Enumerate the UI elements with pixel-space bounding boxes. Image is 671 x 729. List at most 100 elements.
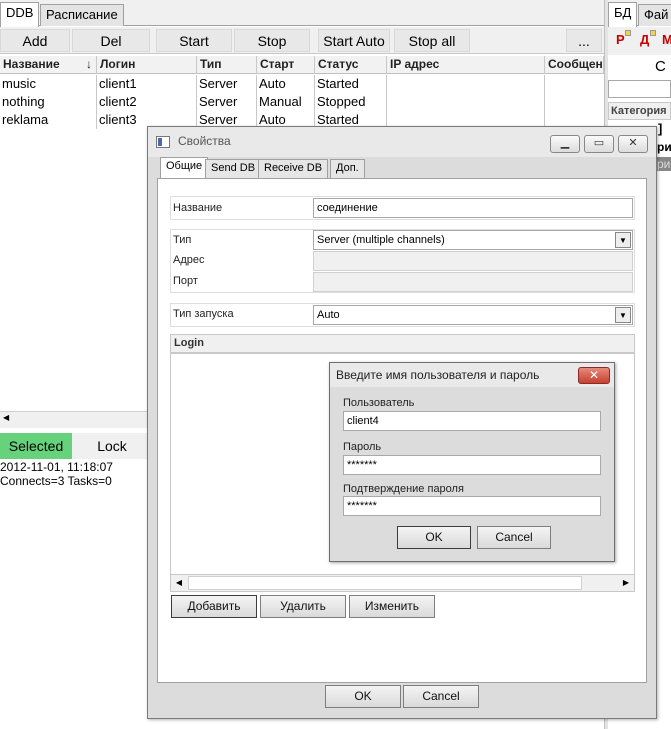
scroll-left-icon[interactable]: ◀: [3, 413, 9, 422]
close-icon[interactable]: ✕: [578, 367, 610, 384]
name-label: Название: [173, 202, 223, 214]
column-status[interactable]: Статус: [315, 56, 387, 74]
cell-type: Server: [197, 93, 257, 111]
confirm-password-label: Подтверждение пароля: [343, 483, 464, 495]
login-dialog-title: Введите имя пользователя и пароль: [336, 368, 540, 382]
stop-all-button[interactable]: Stop all: [394, 29, 470, 52]
scroll-left-icon[interactable]: ◀: [171, 575, 187, 591]
port-label: Порт: [173, 275, 198, 287]
cell-start: Manual: [257, 93, 315, 111]
login-cancel-button[interactable]: Cancel: [477, 526, 551, 549]
login-dialog-titlebar[interactable]: Введите имя пользователя и пароль ✕: [330, 363, 614, 387]
tool-m-icon[interactable]: М: [662, 32, 671, 47]
tree-item[interactable]: ри: [657, 140, 671, 154]
tool-d-icon[interactable]: Д: [640, 32, 649, 47]
stop-button[interactable]: Stop: [234, 29, 310, 52]
scrollbar-thumb[interactable]: [188, 576, 582, 590]
password-input[interactable]: *******: [343, 455, 601, 475]
tab-receive-db[interactable]: Receive DB: [258, 159, 329, 179]
sort-arrow-icon: ↓: [86, 57, 92, 71]
folder-icon: [625, 30, 631, 36]
name-field[interactable]: соединение: [313, 198, 633, 218]
lock-button[interactable]: Lock: [74, 433, 150, 459]
cell-login: client1: [97, 75, 197, 93]
start-button[interactable]: Start: [156, 29, 232, 52]
add-button[interactable]: Add: [0, 29, 70, 52]
dialog-titlebar[interactable]: Свойства ▁ ▭ ✕: [148, 127, 656, 157]
grid-horizontal-scrollbar[interactable]: ◀: [0, 411, 150, 428]
tree-item-selected[interactable]: ри: [657, 157, 671, 171]
column-message[interactable]: Сообщен: [545, 56, 604, 74]
type-select[interactable]: Server (multiple channels) ▼: [313, 230, 633, 250]
chevron-down-icon[interactable]: ▼: [615, 232, 631, 248]
tab-schedule[interactable]: Расписание: [40, 4, 124, 26]
bottom-bar: Selected Lock: [0, 433, 150, 459]
column-start[interactable]: Старт: [257, 56, 315, 74]
start-type-select[interactable]: Auto ▼: [313, 305, 633, 325]
start-type-label: Тип запуска: [173, 308, 234, 320]
tab-ddb[interactable]: DDB: [0, 2, 40, 27]
address-label: Адрес: [173, 254, 205, 266]
folder-icon: [650, 30, 656, 36]
confirm-password-input[interactable]: *******: [343, 496, 601, 516]
ok-button[interactable]: OK: [325, 685, 401, 708]
maximize-icon[interactable]: ▭: [584, 135, 614, 153]
cell-name: nothing: [0, 93, 97, 111]
cell-name: music: [0, 75, 97, 93]
more-button[interactable]: ...: [566, 29, 602, 52]
column-category[interactable]: Категория: [608, 102, 671, 120]
tab-files[interactable]: Фай: [638, 4, 671, 26]
tab-general[interactable]: Общие: [160, 157, 209, 179]
tab-db[interactable]: БД: [608, 2, 638, 27]
edit-login-button[interactable]: Изменить: [349, 595, 435, 618]
right-toolbar: Р Д М: [608, 27, 671, 55]
window-icon: [156, 136, 170, 148]
selected-button[interactable]: Selected: [0, 433, 72, 459]
chevron-down-icon[interactable]: ▼: [615, 307, 631, 323]
properties-tabs: Общие Send DB Receive DB Доп.: [157, 157, 647, 179]
user-input[interactable]: client4: [343, 411, 601, 431]
login-section-header: Login: [170, 334, 635, 353]
add-login-button[interactable]: Добавить: [171, 595, 257, 618]
column-name-label: Название: [3, 57, 60, 71]
address-field: [313, 251, 633, 271]
column-login[interactable]: Логин: [97, 56, 197, 74]
column-ip[interactable]: IP адрес: [387, 56, 545, 74]
delete-login-button[interactable]: Удалить: [260, 595, 346, 618]
column-type[interactable]: Тип: [197, 56, 257, 74]
column-name[interactable]: Название ↓: [0, 56, 97, 74]
table-row[interactable]: nothing client2 Server Manual Stopped: [0, 93, 604, 111]
cell-type: Server: [197, 75, 257, 93]
start-auto-button[interactable]: Start Auto: [318, 29, 390, 52]
search-input[interactable]: [608, 80, 671, 98]
log-line: 2012-11-01, 11:18:07: [0, 460, 113, 474]
password-label: Пароль: [343, 441, 382, 453]
cell-ip: [387, 93, 545, 111]
minimize-icon[interactable]: ▁: [550, 135, 580, 153]
toolbar: Add Del Start Stop Start Auto Stop all .…: [0, 27, 604, 54]
tab-send-db[interactable]: Send DB: [205, 159, 262, 179]
type-value: Server (multiple channels): [317, 234, 445, 246]
cell-name: reklama: [0, 111, 97, 129]
tab-extra[interactable]: Доп.: [330, 159, 365, 179]
cell-start: Auto: [257, 75, 315, 93]
cancel-button[interactable]: Cancel: [403, 685, 479, 708]
del-button[interactable]: Del: [72, 29, 150, 52]
tool-r-icon[interactable]: Р: [616, 32, 625, 47]
cell-login: client2: [97, 93, 197, 111]
start-type-value: Auto: [317, 309, 340, 321]
login-horizontal-scrollbar[interactable]: ◀ ▶: [170, 574, 635, 592]
tree-bracket: ]: [658, 121, 663, 136]
scroll-right-icon[interactable]: ▶: [618, 575, 634, 591]
cell-status: Started: [315, 75, 387, 93]
log-line: Connects=3 Tasks=0: [0, 474, 112, 488]
login-ok-button[interactable]: OK: [397, 526, 471, 549]
close-icon[interactable]: ✕: [618, 135, 648, 153]
log-panel: 2012-11-01, 11:18:07 Connects=3 Tasks=0: [0, 460, 150, 488]
type-label: Тип: [173, 234, 192, 246]
dialog-title: Свойства: [178, 134, 231, 148]
table-row[interactable]: music client1 Server Auto Started: [0, 75, 604, 93]
panel-heading: С: [655, 58, 666, 75]
grid-header: Название ↓ Логин Тип Старт Статус IP адр…: [0, 56, 604, 74]
cell-ip: [387, 75, 545, 93]
